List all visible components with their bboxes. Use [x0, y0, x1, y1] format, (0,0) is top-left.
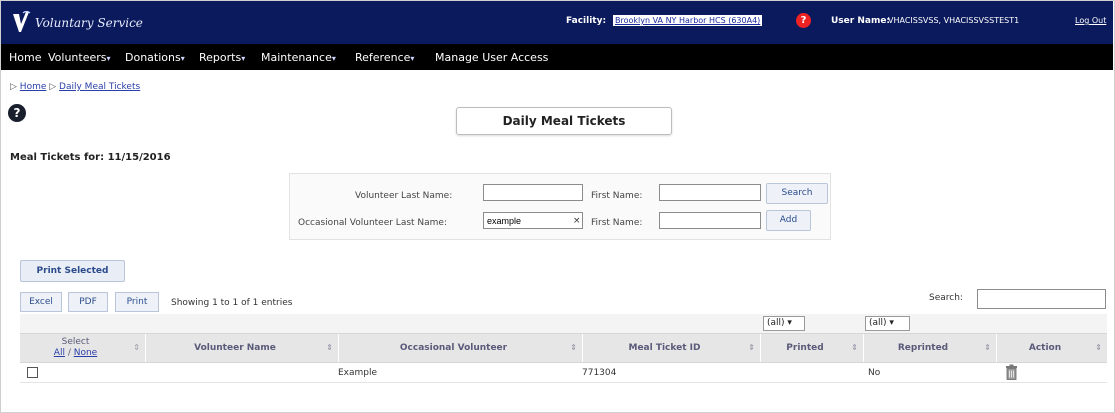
chevron-down-icon: ▾	[410, 54, 415, 63]
export-pdf-button[interactable]: PDF	[68, 292, 108, 312]
select-separator: /	[64, 348, 74, 358]
print-button[interactable]: Print	[115, 292, 159, 312]
breadcrumb-home-link[interactable]: Home	[20, 82, 47, 92]
cell-meal-ticket-id: 771304	[582, 368, 617, 378]
nav-volunteers[interactable]: Volunteers▾	[48, 51, 111, 64]
breadcrumb-arrow-icon: ▷	[10, 82, 20, 92]
nav-donations[interactable]: Donations▾	[125, 51, 185, 64]
column-header-label: Action	[1028, 343, 1062, 353]
breadcrumb: ▷ Home ▷ Daily Meal Tickets	[10, 82, 140, 92]
app-title: Voluntary Service	[35, 16, 143, 30]
nav-reference[interactable]: Reference▾	[355, 51, 414, 64]
add-button[interactable]: Add	[766, 210, 811, 231]
meal-tickets-date-label: Meal Tickets for: 11/15/2016	[10, 152, 171, 163]
column-header-printed[interactable]: Printed ⇕	[761, 334, 864, 362]
volunteer-last-name-label: Volunteer Last Name:	[355, 191, 453, 201]
username-label: User Name:	[831, 16, 891, 26]
occasional-first-name-input[interactable]	[659, 212, 761, 229]
nav-home[interactable]: Home	[9, 51, 41, 64]
reprinted-filter-value: (all)	[869, 318, 887, 328]
reprinted-filter-select[interactable]: (all) ▾	[865, 316, 910, 331]
export-excel-button[interactable]: Excel	[20, 292, 62, 312]
search-button[interactable]: Search	[766, 183, 828, 204]
table-row: Example 771304 No	[20, 363, 1107, 383]
table-header: Select All / None ⇕ Volunteer Name ⇕ Occa…	[20, 333, 1107, 363]
select-none-link[interactable]: None	[74, 348, 97, 358]
page-title: Daily Meal Tickets	[456, 107, 672, 135]
column-header-label: Reprinted	[897, 343, 949, 353]
volunteer-last-name-input[interactable]	[483, 184, 583, 201]
column-header-label: Volunteer Name	[194, 343, 276, 353]
sort-icon: ⇕	[851, 343, 858, 352]
column-header-select: Select All / None ⇕	[20, 334, 146, 362]
chevron-down-icon: ▾	[180, 54, 185, 63]
column-header-label: Meal Ticket ID	[628, 343, 701, 353]
nav-manage-user-access[interactable]: Manage User Access	[435, 51, 548, 64]
logout-link[interactable]: Log Out	[1075, 16, 1106, 25]
nav-volunteers-label: Volunteers	[48, 51, 107, 64]
facility-label: Facility:	[566, 16, 607, 26]
print-selected-button[interactable]: Print Selected	[20, 260, 125, 282]
select-header-label: Select	[61, 337, 90, 347]
cell-reprinted: No	[868, 368, 881, 378]
breadcrumb-current-link[interactable]: Daily Meal Tickets	[59, 82, 140, 92]
nav-home-label: Home	[9, 51, 42, 64]
column-filter-row: (all) ▾ (all) ▾	[20, 314, 1107, 333]
first-name-label: First Name:	[591, 191, 643, 201]
sort-icon[interactable]: ⇕	[133, 343, 140, 352]
chevron-down-icon: ▾	[331, 54, 336, 63]
table-search-label: Search:	[929, 293, 963, 303]
chevron-down-icon: ▾	[787, 318, 792, 328]
column-header-occasional-volunteer[interactable]: Occasional Volunteer ⇕	[339, 334, 583, 362]
nav-reference-label: Reference	[355, 51, 411, 64]
occasional-volunteer-last-name-label: Occasional Volunteer Last Name:	[298, 218, 448, 228]
occasional-volunteer-last-name-input[interactable]	[483, 212, 583, 229]
nav-reports[interactable]: Reports▾	[199, 51, 245, 64]
sort-icon: ⇕	[326, 343, 333, 352]
sort-icon: ⇕	[1095, 343, 1102, 352]
nav-donations-label: Donations	[125, 51, 181, 64]
nav-maintenance-label: Maintenance	[261, 51, 332, 64]
sort-icon: ⇕	[748, 343, 755, 352]
breadcrumb-arrow-icon: ▷	[49, 82, 60, 92]
column-header-label: Printed	[786, 343, 824, 353]
facility-selector-link[interactable]: Brooklyn VA NY Harbor HCS (630A4)	[613, 15, 763, 26]
main-nav: Home Volunteers▾ Donations▾ Reports▾ Mai…	[1, 44, 1113, 70]
nav-maintenance[interactable]: Maintenance▾	[261, 51, 336, 64]
chevron-down-icon: ▾	[241, 54, 246, 63]
printed-filter-value: (all)	[767, 318, 785, 328]
first-name-input[interactable]	[659, 184, 761, 201]
select-all-none: All / None	[20, 348, 131, 358]
cell-occasional-volunteer: Example	[338, 368, 378, 378]
trash-icon[interactable]	[1005, 364, 1018, 380]
search-form: Volunteer Last Name: First Name: Search …	[289, 173, 831, 240]
column-header-label: Occasional Volunteer	[399, 343, 508, 353]
entries-info: Showing 1 to 1 of 1 entries	[171, 298, 293, 308]
clear-input-icon[interactable]: ×	[573, 216, 581, 226]
column-header-meal-ticket-id[interactable]: Meal Ticket ID ⇕	[583, 334, 761, 362]
row-select-checkbox[interactable]	[27, 367, 38, 378]
logo-icon	[13, 10, 31, 32]
select-all-link[interactable]: All	[54, 348, 65, 358]
column-header-reprinted[interactable]: Reprinted ⇕	[864, 334, 997, 362]
column-header-action[interactable]: Action ⇕	[997, 334, 1107, 362]
chevron-down-icon: ▾	[889, 318, 894, 328]
nav-reports-label: Reports	[199, 51, 242, 64]
help-icon[interactable]: ?	[8, 104, 26, 122]
top-header: Voluntary Service Facility: Brooklyn VA …	[1, 1, 1113, 44]
facility-help-icon[interactable]: ?	[796, 13, 811, 28]
table-search-input[interactable]	[977, 289, 1106, 309]
occasional-first-name-label: First Name:	[591, 218, 643, 228]
column-header-volunteer-name[interactable]: Volunteer Name ⇕	[146, 334, 339, 362]
username-value: VHACISSVSS, VHACISSVSSTEST1	[888, 16, 1020, 25]
printed-filter-select[interactable]: (all) ▾	[763, 316, 805, 331]
chevron-down-icon: ▾	[106, 54, 111, 63]
sort-icon: ⇕	[570, 343, 577, 352]
nav-manage-user-access-label: Manage User Access	[435, 51, 549, 64]
sort-icon: ⇕	[984, 343, 991, 352]
